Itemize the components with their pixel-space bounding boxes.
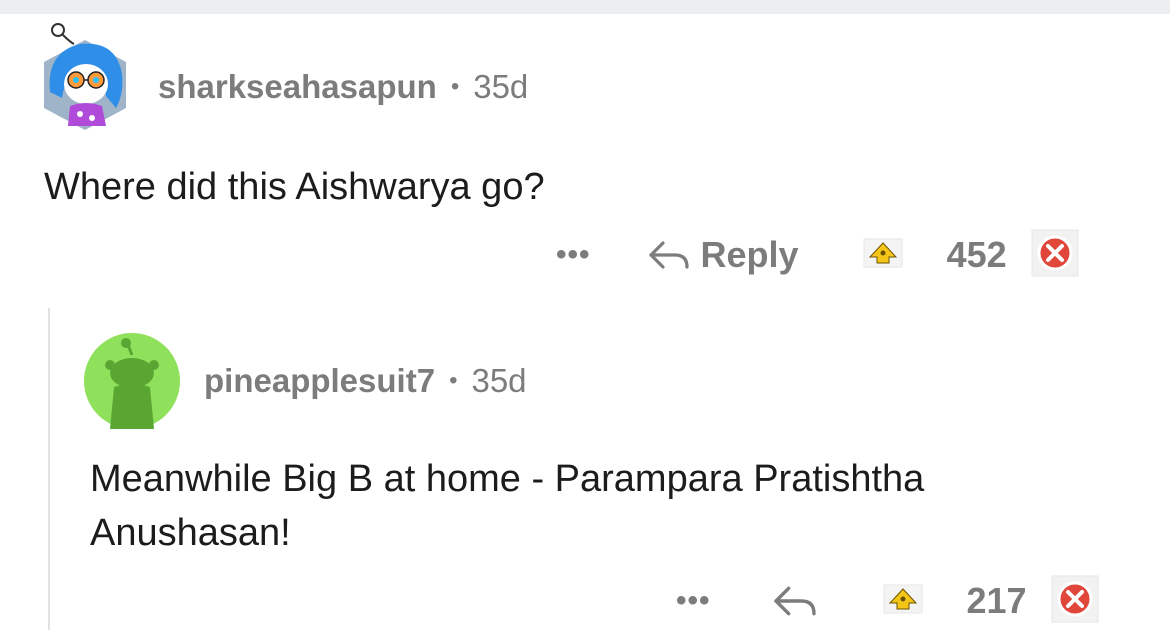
comment-actions: ••• 217	[676, 575, 1099, 628]
comment-actions: ••• Reply 452	[556, 229, 1079, 282]
comment-age: 35d	[473, 68, 529, 105]
upvote-button[interactable]	[863, 238, 903, 273]
upvote-button[interactable]	[883, 584, 923, 619]
upvote-award-icon	[863, 238, 903, 267]
reply-arrow-icon	[773, 586, 816, 616]
username[interactable]: sharkseahasapun	[158, 68, 437, 106]
comment-age: 35d	[471, 362, 527, 399]
top-bar	[0, 0, 1170, 14]
user-avatar[interactable]	[40, 22, 130, 134]
meta-separator: •	[449, 367, 458, 394]
comment-body-line: Anushasan!	[90, 512, 291, 554]
reply-arrow-icon	[648, 241, 689, 269]
downvote-award-icon	[1051, 575, 1099, 622]
comment-meta: sharkseahasapun • 35d	[158, 68, 528, 106]
comment-body: Where did this Aishwarya go?	[44, 166, 545, 208]
downvote-button[interactable]	[1051, 575, 1099, 628]
more-options-button[interactable]: •••	[556, 240, 591, 270]
comment-body-line: Meanwhile Big B at home - Parampara Prat…	[90, 458, 925, 500]
vote-score: 217	[966, 580, 1027, 621]
anime-avatar-blue-hair-icon	[44, 23, 126, 130]
downvote-award-icon	[1031, 229, 1079, 276]
reply-label: Reply	[700, 234, 799, 275]
reply-button[interactable]: Reply	[647, 234, 799, 276]
thread-line[interactable]	[48, 308, 50, 630]
upvote-award-icon	[883, 584, 923, 613]
more-options-button[interactable]: •••	[676, 586, 711, 616]
username[interactable]: pineapplesuit7	[204, 362, 435, 400]
reply-button[interactable]	[771, 582, 829, 620]
snoo-avatar-icon	[84, 333, 180, 429]
vote-score: 452	[946, 234, 1007, 275]
downvote-button[interactable]	[1031, 229, 1079, 282]
comment-body: Meanwhile Big B at home - Parampara Prat…	[90, 452, 924, 560]
user-avatar[interactable]	[84, 333, 180, 429]
comment-meta: pineapplesuit7 • 35d	[204, 362, 527, 400]
meta-separator: •	[450, 73, 460, 100]
